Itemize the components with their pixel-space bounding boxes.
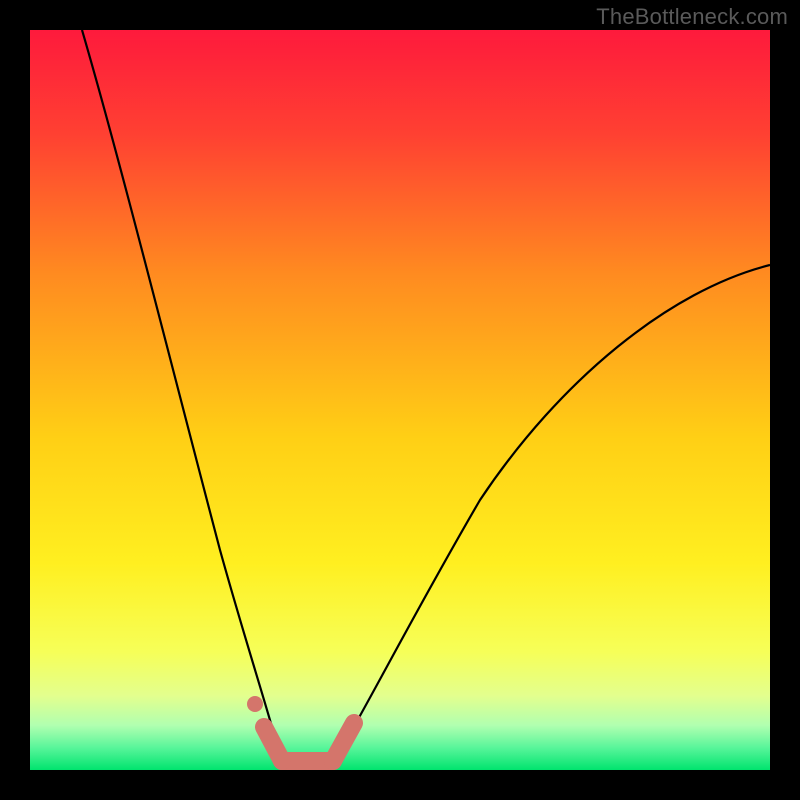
accent-dot — [247, 696, 263, 712]
chart-svg — [30, 30, 770, 770]
plot-area — [30, 30, 770, 770]
gradient-background — [30, 30, 770, 770]
watermark-text: TheBottleneck.com — [596, 4, 788, 30]
outer-frame: TheBottleneck.com — [0, 0, 800, 800]
